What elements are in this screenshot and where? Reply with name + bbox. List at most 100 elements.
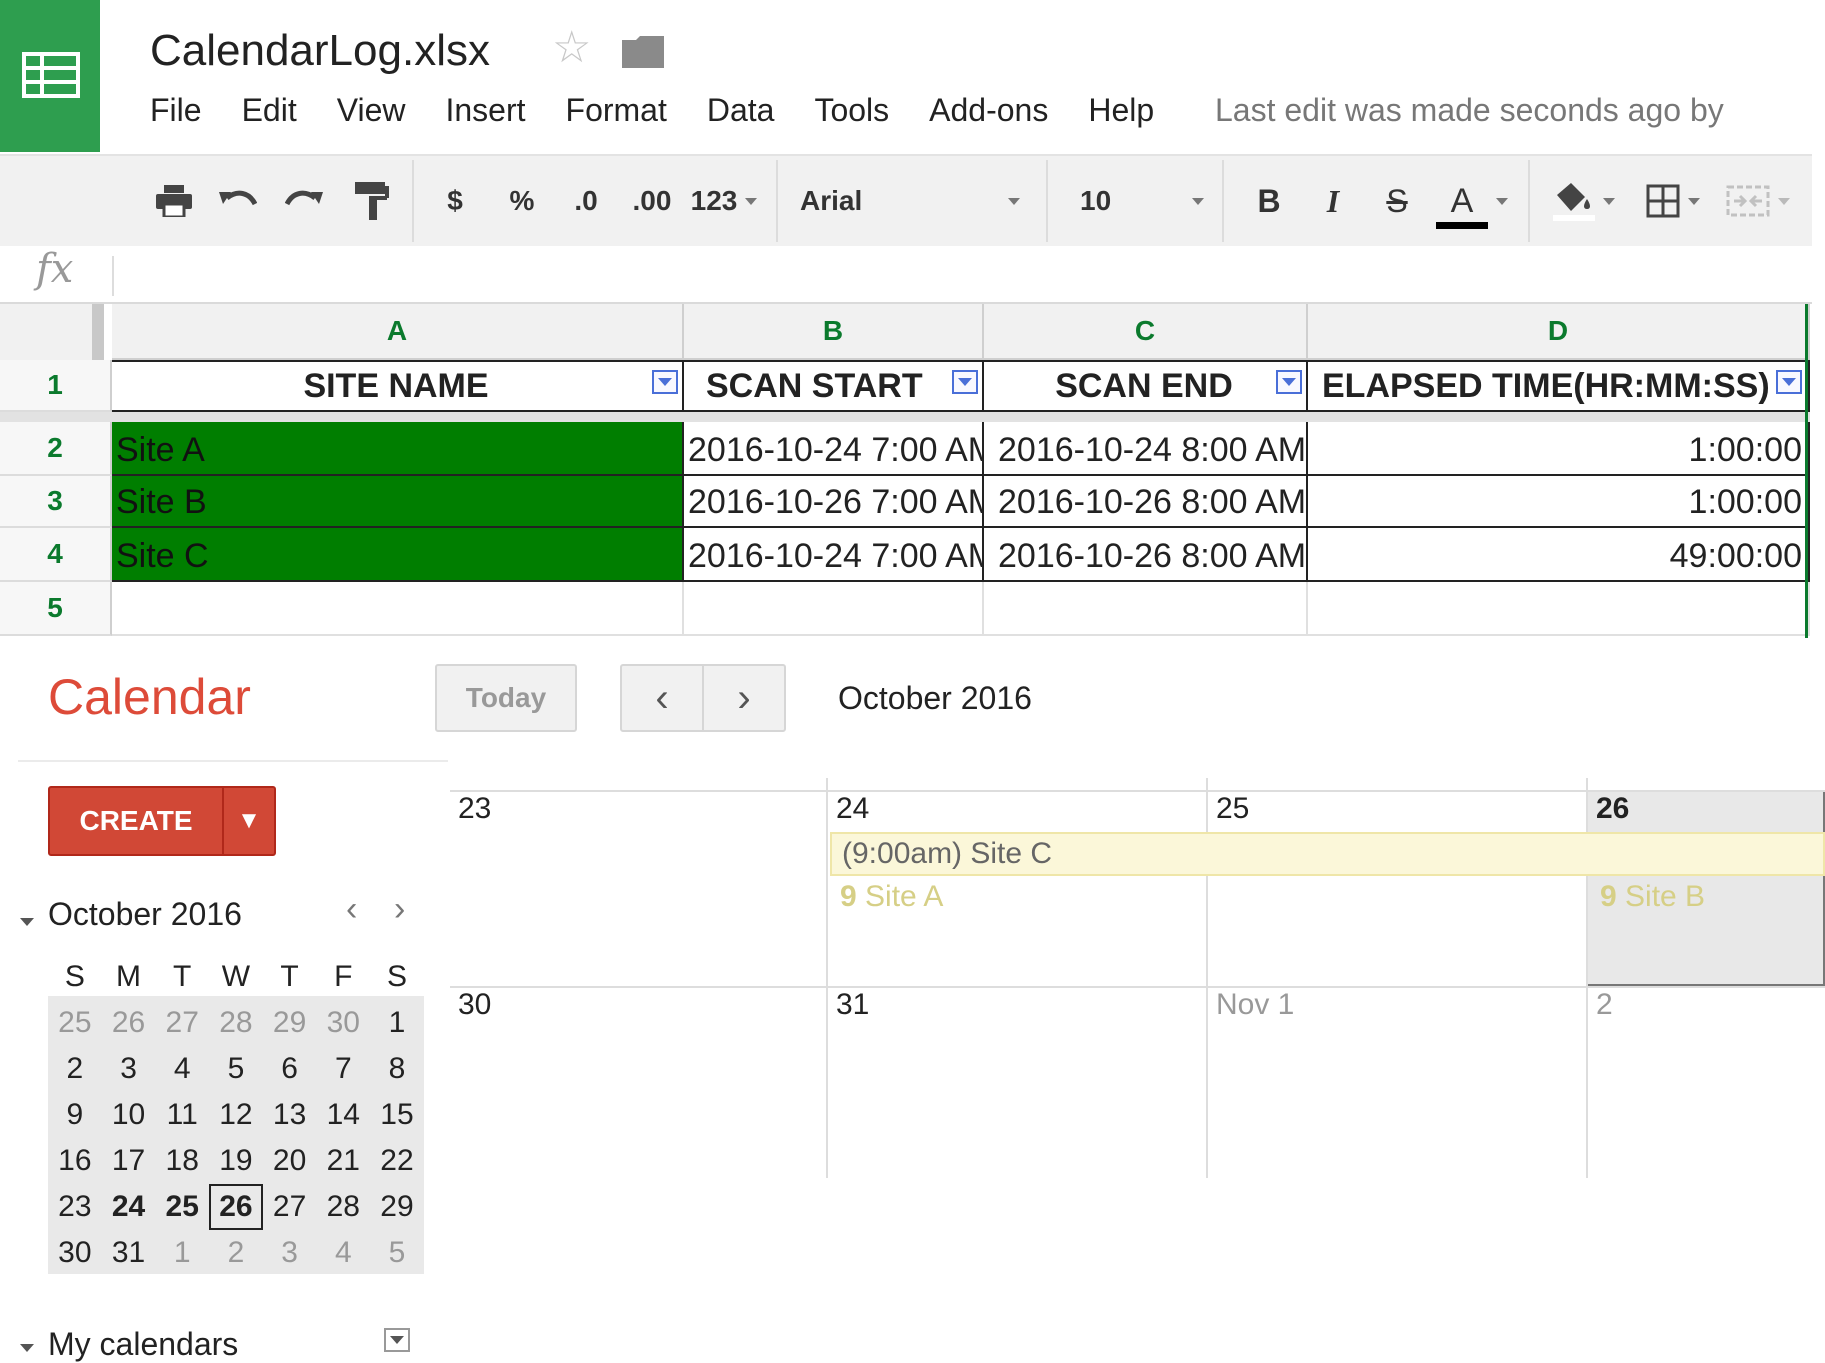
- menu-help[interactable]: Help: [1088, 92, 1154, 136]
- menu-tools[interactable]: Tools: [814, 92, 889, 136]
- row-header-4[interactable]: 4: [0, 528, 112, 582]
- my-calendars-heading[interactable]: My calendars: [48, 1326, 238, 1363]
- sheets-logo[interactable]: [0, 0, 100, 152]
- day-number[interactable]: 23: [458, 792, 491, 826]
- cell-c2[interactable]: 2016-10-24 8:00 AM: [984, 422, 1308, 476]
- cell-d5[interactable]: [1308, 582, 1810, 636]
- cell-a3[interactable]: Site B: [112, 476, 684, 528]
- mini-calendar-prev-icon[interactable]: ‹: [346, 890, 357, 929]
- text-color-dropdown[interactable]: A: [1430, 156, 1514, 246]
- event-site-c[interactable]: (9:00am) Site C: [830, 832, 1825, 876]
- menu-addons[interactable]: Add-ons: [929, 92, 1048, 136]
- cell-d4[interactable]: 49:00:00: [1308, 528, 1810, 582]
- mini-day[interactable]: 28: [209, 1000, 263, 1046]
- row-header-1[interactable]: 1: [0, 360, 112, 412]
- font-size-dropdown[interactable]: 10: [1080, 156, 1204, 246]
- create-event-button[interactable]: CREATE ▼: [48, 786, 276, 856]
- cell-c4[interactable]: 2016-10-26 8:00 AM: [984, 528, 1308, 582]
- folder-icon[interactable]: [622, 36, 664, 73]
- mini-day[interactable]: 5: [370, 1230, 424, 1276]
- row-header-5[interactable]: 5: [0, 582, 112, 636]
- cell-a5[interactable]: [112, 582, 684, 636]
- cell-a4[interactable]: Site C: [112, 528, 684, 582]
- paint-format-icon[interactable]: [350, 156, 394, 246]
- undo-icon[interactable]: [216, 156, 260, 246]
- collapse-triangle-icon[interactable]: [18, 1342, 36, 1354]
- fill-color-dropdown[interactable]: [1544, 156, 1624, 246]
- event-site-a[interactable]: 9 Site A: [840, 880, 943, 914]
- select-all-corner[interactable]: [0, 304, 104, 360]
- menu-view[interactable]: View: [337, 92, 406, 136]
- day-number[interactable]: 2: [1596, 988, 1613, 1022]
- mini-day[interactable]: 13: [263, 1092, 317, 1138]
- mini-day[interactable]: 27: [263, 1184, 317, 1230]
- mini-day[interactable]: 4: [155, 1046, 209, 1092]
- cell-a2[interactable]: Site A: [112, 422, 684, 476]
- mini-day[interactable]: 11: [155, 1092, 209, 1138]
- header-cell-scan-end[interactable]: SCAN END: [984, 360, 1308, 412]
- mini-day[interactable]: 6: [263, 1046, 317, 1092]
- cell-b4[interactable]: 2016-10-24 7:00 AM: [684, 528, 984, 582]
- star-icon[interactable]: ☆: [552, 26, 591, 70]
- menu-data[interactable]: Data: [707, 92, 775, 136]
- mini-day[interactable]: 19: [209, 1138, 263, 1184]
- day-number[interactable]: Nov 1: [1216, 988, 1294, 1022]
- increase-decimal-button[interactable]: .00: [622, 156, 682, 246]
- mini-day[interactable]: 14: [316, 1092, 370, 1138]
- column-header-a[interactable]: A: [112, 304, 684, 360]
- percent-format-button[interactable]: %: [504, 156, 540, 246]
- mini-day[interactable]: 2: [48, 1046, 102, 1092]
- filter-dropdown-icon[interactable]: [1776, 370, 1802, 394]
- mini-day[interactable]: 31: [102, 1230, 156, 1276]
- column-header-b[interactable]: B: [684, 304, 984, 360]
- calendar-logo[interactable]: Calendar: [48, 668, 251, 726]
- today-button[interactable]: Today: [435, 664, 577, 732]
- menu-format[interactable]: Format: [566, 92, 667, 136]
- redo-icon[interactable]: [282, 156, 326, 246]
- mini-day[interactable]: 2: [209, 1230, 263, 1276]
- filter-dropdown-icon[interactable]: [652, 370, 678, 394]
- cell-b3[interactable]: 2016-10-26 7:00 AM: [684, 476, 984, 528]
- cell-d2[interactable]: 1:00:00: [1308, 422, 1810, 476]
- filter-dropdown-icon[interactable]: [952, 370, 978, 394]
- day-number-today[interactable]: 26: [1596, 792, 1629, 826]
- day-number[interactable]: 30: [458, 988, 491, 1022]
- mini-day[interactable]: 15: [370, 1092, 424, 1138]
- mini-day[interactable]: 5: [209, 1046, 263, 1092]
- mini-day[interactable]: 3: [263, 1230, 317, 1276]
- borders-dropdown[interactable]: [1636, 156, 1710, 246]
- mini-day[interactable]: 16: [48, 1138, 102, 1184]
- mini-day[interactable]: 3: [102, 1046, 156, 1092]
- mini-day[interactable]: 1: [370, 1000, 424, 1046]
- cell-b2[interactable]: 2016-10-24 7:00 AM: [684, 422, 984, 476]
- filter-dropdown-icon[interactable]: [1276, 370, 1302, 394]
- mini-day[interactable]: 29: [370, 1184, 424, 1230]
- mini-day[interactable]: 22: [370, 1138, 424, 1184]
- header-cell-site-name[interactable]: SITE NAME: [112, 360, 684, 412]
- mini-day[interactable]: 1: [155, 1230, 209, 1276]
- mini-day[interactable]: 18: [155, 1138, 209, 1184]
- cell-d3[interactable]: 1:00:00: [1308, 476, 1810, 528]
- my-calendars-menu-icon[interactable]: [384, 1328, 410, 1352]
- mini-day[interactable]: 25: [48, 1000, 102, 1046]
- mini-day[interactable]: 8: [370, 1046, 424, 1092]
- create-options-dropdown[interactable]: ▼: [222, 788, 274, 854]
- document-title[interactable]: CalendarLog.xlsx: [150, 26, 490, 76]
- mini-day[interactable]: 7: [316, 1046, 370, 1092]
- day-number[interactable]: 24: [836, 792, 869, 826]
- mini-day[interactable]: 9: [48, 1092, 102, 1138]
- event-site-b[interactable]: 9 Site B: [1600, 880, 1705, 914]
- column-header-d[interactable]: D: [1308, 304, 1810, 360]
- mini-day[interactable]: 26: [102, 1000, 156, 1046]
- cell-c5[interactable]: [984, 582, 1308, 636]
- strikethrough-button[interactable]: S: [1380, 156, 1414, 246]
- row-header-2[interactable]: 2: [0, 422, 112, 476]
- formula-bar[interactable]: [0, 246, 1812, 304]
- last-edit-status[interactable]: Last edit was made seconds ago by: [1215, 92, 1724, 129]
- mini-day[interactable]: 10: [102, 1092, 156, 1138]
- menu-edit[interactable]: Edit: [242, 92, 297, 136]
- italic-button[interactable]: I: [1316, 156, 1350, 246]
- previous-period-button[interactable]: ‹: [622, 666, 702, 730]
- bold-button[interactable]: B: [1252, 156, 1286, 246]
- menu-insert[interactable]: Insert: [445, 92, 525, 136]
